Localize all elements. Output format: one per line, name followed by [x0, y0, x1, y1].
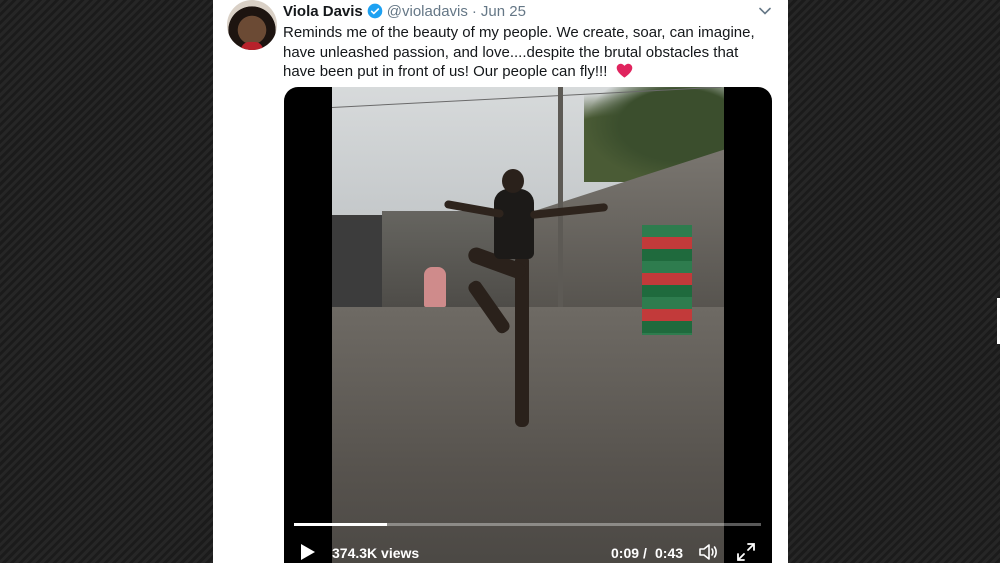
tweet-text: Reminds me of the beauty of my people. W… [283, 23, 773, 82]
video-player[interactable]: 374.3K views 0:09 / 0:43 [284, 87, 772, 563]
header-separator: · [471, 2, 477, 20]
author-name[interactable]: Viola Davis [283, 3, 363, 20]
video-duration: 0:43 [655, 545, 684, 561]
heart-icon [616, 63, 632, 78]
tweet-body: Reminds me of the beauty of my people. W… [283, 24, 755, 80]
view-count: 374.3K views [332, 545, 420, 561]
video-progress-bar[interactable] [294, 523, 761, 526]
video-frame [332, 87, 724, 563]
time-separator: / [643, 545, 647, 561]
avatar[interactable] [227, 0, 277, 50]
volume-icon[interactable] [698, 542, 718, 562]
fullscreen-icon[interactable] [736, 542, 756, 562]
play-icon[interactable] [300, 543, 316, 561]
video-progress-fill [294, 523, 388, 526]
verified-badge-icon [367, 3, 383, 19]
author-handle[interactable]: @violadavis [387, 3, 468, 20]
tweet-card: Viola Davis @violadavis · Jun 25 Reminds… [213, 0, 788, 563]
tweet-date[interactable]: Jun 25 [481, 3, 526, 20]
tweet-header: Viola Davis @violadavis · Jun 25 [283, 1, 526, 21]
chevron-down-icon[interactable] [758, 4, 772, 18]
current-time: 0:09 [611, 545, 640, 561]
video-controls: 374.3K views 0:09 / 0:43 [284, 533, 772, 563]
